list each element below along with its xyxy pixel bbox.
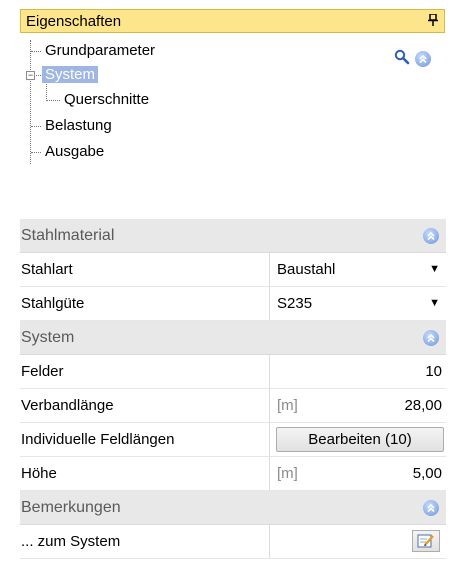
dropdown-arrow-icon[interactable]: ▼ [429,287,440,320]
row-stahlart: Stahlart Baustahl ▼ [20,253,446,287]
unit-label: [m] [277,465,298,482]
hoehe-input[interactable]: [m] 5,00 [270,457,446,490]
input-value: 10 [425,363,442,380]
section-system[interactable]: System [20,321,446,355]
collapse-up-icon[interactable] [416,219,446,252]
section-title: Stahlmaterial [21,227,115,244]
row-label: Stahlart [20,253,270,286]
row-label: Stahlgüte [20,287,270,320]
row-label: Individuelle Feldlängen [20,423,270,456]
tree-line [31,126,41,127]
tree-line [47,100,60,101]
section-title: Bemerkungen [21,499,121,516]
row-system-note: ... zum System [20,525,446,559]
row-feldlaengen: Individuelle Feldlängen Bearbeiten (10) [20,423,446,457]
tree-item-system[interactable]: System [42,65,99,85]
input-value: 5,00 [412,465,442,482]
section-stahlmaterial[interactable]: Stahlmaterial [20,219,446,253]
section-bemerkungen[interactable]: Bemerkungen [20,491,446,525]
tree-item-querschnitte[interactable]: Querschnitte [61,90,152,110]
row-hoehe: Höhe [m] 5,00 [20,457,446,491]
tree-line [31,51,41,52]
unit-label: [m] [277,397,298,414]
pin-icon[interactable] [428,12,438,29]
search-icon[interactable] [394,49,410,69]
tree-item-label: System [42,66,99,83]
feldlaengen-cell: Bearbeiten (10) [270,423,446,456]
row-label: Felder [20,355,270,388]
tree-line [31,152,41,153]
stahlart-select[interactable]: Baustahl ▼ [270,253,446,286]
edit-note-icon [417,534,434,548]
row-label: ... zum System [20,525,270,558]
section-title: System [21,329,75,346]
tree-item-label: Querschnitte [64,91,150,108]
select-value: Baustahl [277,261,336,278]
tree-line [36,75,41,76]
row-stahlguete: Stahlgüte S235 ▼ [20,287,446,321]
tree-line [30,40,31,164]
tree-item-label: Ausgabe [45,143,105,160]
row-verbandlaenge: Verbandlänge [m] 28,00 [20,389,446,423]
property-grid: Stahlmaterial Stahlart Baustahl ▼ Stahlg… [20,219,446,559]
stahlguete-select[interactable]: S235 ▼ [270,287,446,320]
input-value: 28,00 [404,397,442,414]
collapse-up-icon[interactable] [415,51,431,67]
collapse-up-icon[interactable] [416,491,446,524]
panel-title: Eigenschaften [26,12,122,30]
collapse-icon[interactable]: − [26,71,35,80]
select-value: S235 [277,295,313,312]
dropdown-arrow-icon[interactable]: ▼ [429,253,440,286]
tree-item-label: Belastung [45,117,112,134]
row-label: Verbandlänge [20,389,270,422]
tree-toolbar [394,49,431,69]
felder-input[interactable]: 10 [270,355,446,388]
collapse-up-icon[interactable] [416,321,446,354]
verbandlaenge-input[interactable]: [m] 28,00 [270,389,446,422]
system-note-cell [270,525,446,558]
tree-item-ausgabe[interactable]: Ausgabe [42,142,107,162]
edit-note-button[interactable] [412,530,440,552]
row-label: Höhe [20,457,270,490]
tree-item-belastung[interactable]: Belastung [42,116,115,136]
tree-item-grundparameter[interactable]: Grundparameter [42,41,158,61]
row-felder: Felder 10 [20,355,446,389]
properties-panel-header: Eigenschaften [20,9,445,33]
tree-item-label: Grundparameter [45,42,156,59]
navigator-tree: − Grundparameter System Querschnitte Bel… [20,36,445,186]
edit-field-lengths-button[interactable]: Bearbeiten (10) [276,427,444,452]
